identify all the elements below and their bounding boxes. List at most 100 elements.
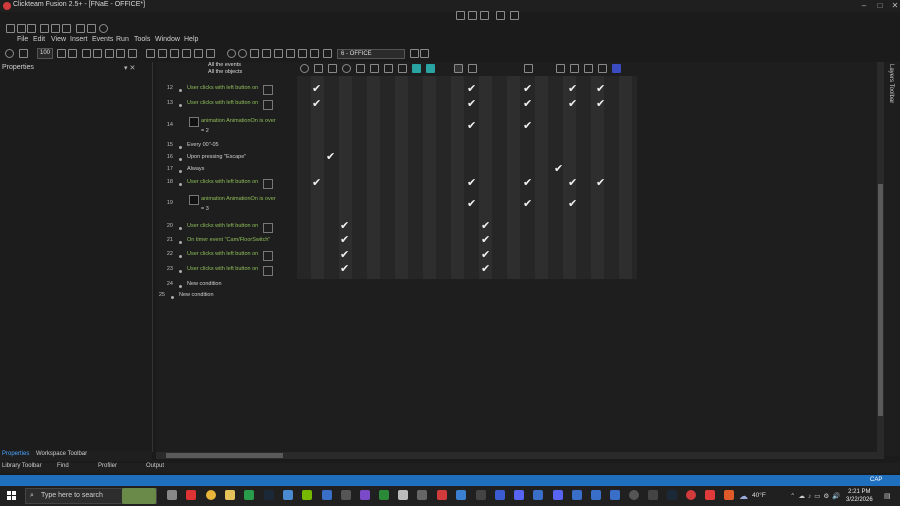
grid-icon[interactable] [57, 49, 66, 58]
system-tray-icons[interactable]: ⌃☁♪▭⚙🔊 [790, 492, 843, 500]
check-icon[interactable]: ✔ [596, 99, 605, 110]
timer-object-icon[interactable] [342, 64, 351, 73]
horizontal-scroll-thumb[interactable] [166, 453, 283, 458]
check-icon[interactable]: ✔ [326, 152, 335, 163]
mouse-keyboard-icon[interactable] [370, 64, 379, 73]
search-placeholder[interactable]: Type here to search [41, 492, 103, 499]
settings-icon[interactable] [146, 49, 155, 58]
windows-start-icon[interactable] [7, 491, 16, 500]
menu-file[interactable]: File [17, 36, 28, 43]
zoom-input[interactable]: 100 [37, 48, 53, 59]
check-icon[interactable]: ✔ [596, 178, 605, 189]
paste-icon[interactable] [62, 24, 71, 33]
tab-profiler[interactable]: Profiler [98, 463, 117, 469]
app-icon-15[interactable] [648, 490, 658, 500]
window-icon[interactable] [480, 11, 489, 20]
taskbar-clock[interactable]: 2:21 PM 3/22/2026 [846, 488, 873, 504]
event-editor-icon[interactable] [274, 49, 283, 58]
minimize-button[interactable]: – [856, 1, 872, 11]
app-icon-8[interactable] [456, 490, 466, 500]
check-icon[interactable]: ✔ [523, 178, 532, 189]
object-icon-7[interactable] [570, 64, 579, 73]
nvidia-icon[interactable] [302, 490, 312, 500]
clickteam-taskbar-icon[interactable] [629, 490, 639, 500]
app-icon-9[interactable] [476, 490, 486, 500]
event-list-icon[interactable] [262, 49, 271, 58]
frame-list-icon[interactable] [323, 49, 332, 58]
tab-properties[interactable]: Properties [2, 451, 29, 457]
object-icon-4[interactable] [454, 64, 463, 73]
app-icon-2[interactable] [322, 490, 332, 500]
refresh-icon[interactable] [82, 49, 91, 58]
check-icon[interactable]: ✔ [523, 99, 532, 110]
tool-icon-5[interactable] [194, 49, 203, 58]
opera-icon[interactable] [186, 490, 196, 500]
event-row[interactable]: 21 On timer event "Cam/FloorSwitch" [163, 237, 297, 250]
discord-icon-2[interactable] [553, 490, 563, 500]
chrome-icon[interactable] [206, 490, 216, 500]
event-row[interactable]: 14 animation AnimationOn is over = 2 [163, 117, 297, 137]
menu-view[interactable]: View [51, 36, 66, 43]
event-row[interactable]: 19 animation AnimationOn is over = 3 [163, 195, 297, 215]
check-icon[interactable]: ✔ [523, 84, 532, 95]
object-icon-2[interactable] [412, 64, 421, 73]
zoom-slider-icon[interactable] [19, 49, 28, 58]
object-icon-3[interactable] [426, 64, 435, 73]
event-condition[interactable]: User clicks with left button on [187, 266, 258, 272]
menu-tools[interactable]: Tools [134, 36, 150, 43]
tab-find[interactable]: Find [57, 463, 69, 469]
layout-icon-2[interactable] [468, 11, 477, 20]
cut-icon[interactable] [40, 24, 49, 33]
object-icon-6[interactable] [524, 64, 533, 73]
storyboard-icon[interactable] [286, 49, 295, 58]
special-object-icon[interactable] [300, 64, 309, 73]
objects-icon[interactable] [105, 49, 114, 58]
app-icon-13[interactable] [591, 490, 601, 500]
event-row[interactable]: 12 User clicks with left button on [163, 85, 297, 98]
event-condition[interactable]: Every 00"-05 [187, 142, 219, 148]
menu-help[interactable]: Help [184, 36, 198, 43]
menu-insert[interactable]: Insert [70, 36, 88, 43]
app-icon-14[interactable] [610, 490, 620, 500]
check-icon[interactable]: ✔ [467, 84, 476, 95]
menu-window[interactable]: Window [155, 36, 180, 43]
app-icon-12[interactable] [572, 490, 582, 500]
check-icon[interactable]: ✔ [568, 178, 577, 189]
weather-temp[interactable]: 40°F [752, 492, 766, 499]
app-icon-3[interactable] [341, 490, 351, 500]
task-view-icon[interactable] [167, 490, 177, 500]
keyboard-icon[interactable] [384, 64, 393, 73]
event-condition[interactable]: User clicks with left button on [187, 251, 258, 257]
event-row[interactable]: 13 User clicks with left button on [163, 100, 297, 113]
event-condition[interactable]: animation AnimationOn is over [201, 196, 276, 202]
check-icon[interactable]: ✔ [523, 199, 532, 210]
sound-object-icon[interactable] [314, 64, 323, 73]
panel-pin-icon[interactable]: ▾ ✕ [124, 64, 135, 72]
event-row[interactable]: 17 Always [163, 166, 297, 179]
layers-toolbar-tab[interactable]: Layers Toolbar [888, 64, 894, 103]
layers-icon[interactable] [128, 49, 137, 58]
restore-icon[interactable] [510, 11, 519, 20]
youtube-icon[interactable] [705, 490, 715, 500]
event-condition[interactable]: Always [187, 166, 204, 172]
undo-icon[interactable] [76, 24, 85, 33]
check-icon[interactable]: ✔ [312, 84, 321, 95]
app-icon-7[interactable] [437, 490, 447, 500]
alignment-icon[interactable] [116, 49, 125, 58]
event-row[interactable]: 22 User clicks with left button on [163, 251, 297, 264]
check-icon[interactable]: ✔ [481, 250, 490, 261]
app-icon-5[interactable] [379, 490, 389, 500]
frame-select[interactable]: 6 - OFFICE [337, 49, 405, 59]
grid-settings-icon[interactable] [68, 49, 77, 58]
copy-icon[interactable] [51, 24, 60, 33]
new-condition[interactable]: New condition [187, 281, 222, 287]
next-frame-icon[interactable] [420, 49, 429, 58]
frame-view-controls[interactable] [456, 11, 519, 20]
tool-icon-6[interactable] [206, 49, 215, 58]
check-icon[interactable]: ✔ [467, 121, 476, 132]
check-icon[interactable]: ✔ [481, 264, 490, 275]
event-condition[interactable]: animation AnimationOn is over [201, 118, 276, 124]
object-icon-8[interactable] [584, 64, 593, 73]
library-icon[interactable] [310, 49, 319, 58]
object-icon-10[interactable] [612, 64, 621, 73]
